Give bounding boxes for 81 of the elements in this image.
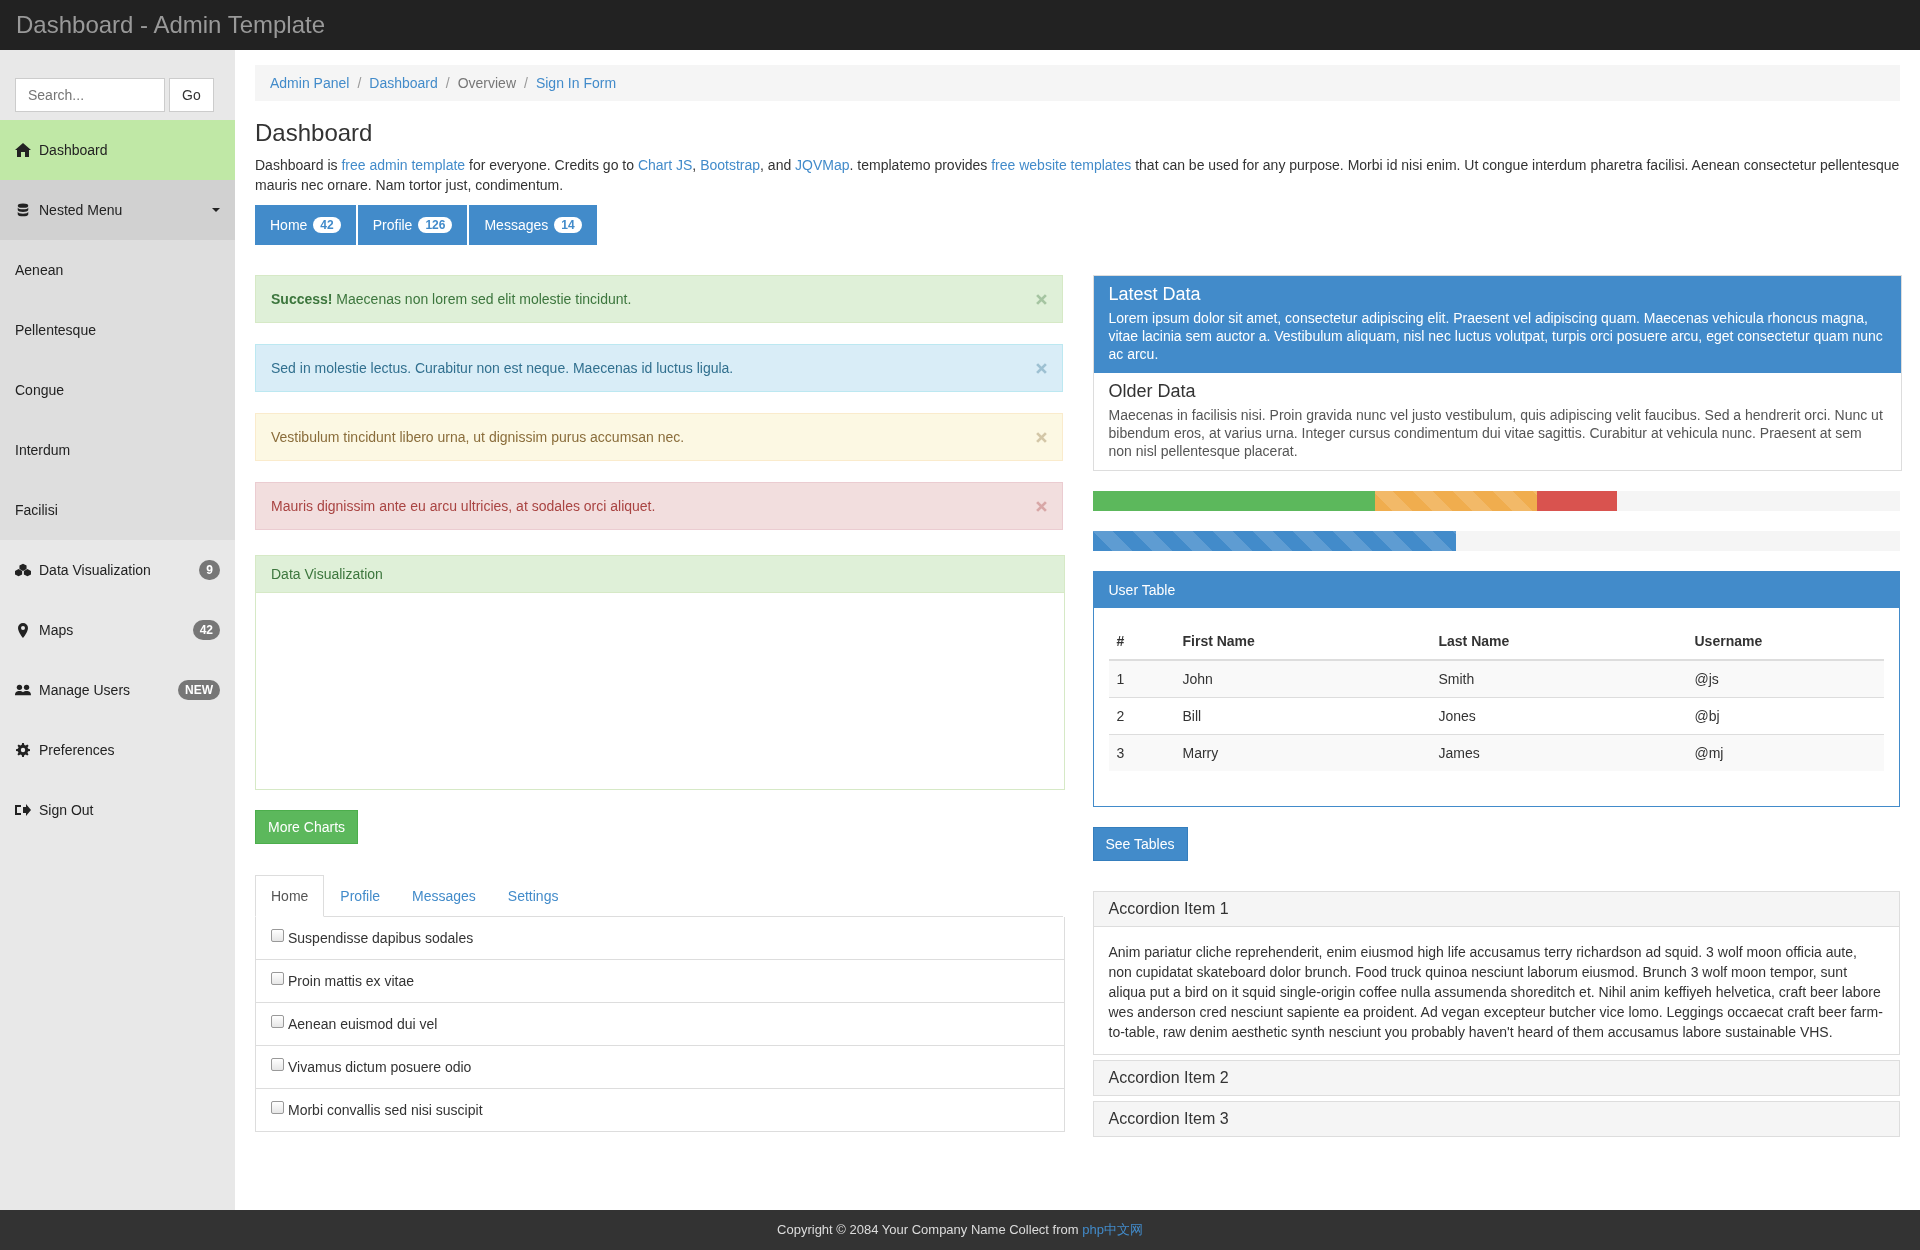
breadcrumb-current: Overview: [457, 75, 517, 91]
intro-link[interactable]: free admin template: [341, 157, 466, 173]
list-text: Maecenas in facilisis nisi. Proin gravida nunc vel justo vestibulum, quis adipiscing velit faucibus. Sed a hendrerit orci. Nunc ut bibendum eros, at varius urna. Integer cursus condimentum dui vitae sagittis. Curabitur at vehicula nunc. Praesent at sem non nisl pellentesque placerat.: [1108, 406, 1884, 460]
count-badge: 42: [192, 620, 220, 640]
site-title: Dashboard - Admin Template: [16, 11, 326, 39]
database-icon: [15, 203, 31, 217]
sidebar-item[interactable]: Preferences: [0, 720, 235, 780]
sidebar-item[interactable]: Data Visualization 9: [0, 540, 235, 600]
sidebar-item[interactable]: Maps 42: [0, 600, 235, 660]
table-cell: Marry: [1174, 734, 1431, 771]
count-badge: 9: [199, 560, 220, 580]
submenu-item[interactable]: Facilisi: [0, 480, 235, 540]
tab[interactable]: Home: [255, 875, 325, 917]
nav-button[interactable]: Messages 14: [469, 205, 597, 245]
checkbox-label: Proin mattis ex vitae: [288, 973, 415, 989]
checkbox[interactable]: [271, 1014, 284, 1028]
caret-icon: [212, 208, 220, 212]
map-marker-icon: [18, 622, 28, 638]
accordion-header[interactable]: Accordion Item 3: [1093, 1102, 1899, 1136]
home-icon: [15, 143, 31, 157]
sidebar-item[interactable]: Sign Out: [0, 780, 235, 840]
sign-out-icon: [15, 803, 31, 817]
panel-heading: User Table: [1093, 572, 1899, 608]
list-heading: Latest Data: [1108, 284, 1202, 305]
close-icon[interactable]: [1035, 431, 1047, 443]
intro-paragraph: Dashboard is free admin template for everyone. Credits go to Chart JS, Bootstrap, and JQVMap. templatemo provides free website templates that can be used for any purpose. Morbi id nisi enim. Ut congue interdum pharetra facilisi. Aenean consectetur pellentesque mauris nec ornare. Nam tortor just, condimentum.: [255, 156, 1900, 195]
checkbox-label: Aenean euismod dui vel: [288, 1016, 438, 1032]
checkbox[interactable]: [271, 971, 284, 985]
go-button[interactable]: Go: [169, 78, 214, 112]
tab[interactable]: Messages: [396, 875, 492, 917]
nav-button[interactable]: Profile 126: [357, 205, 468, 245]
intro-link[interactable]: JQVMap: [795, 157, 850, 173]
checkbox-label: Suspendisse dapibus sodales: [288, 930, 474, 946]
panel-heading: Data Visualization: [256, 556, 1064, 593]
alert: Success! Maecenas non lorem sed elit molestie tincidunt.: [255, 275, 1063, 323]
submenu-item[interactable]: Interdum: [0, 420, 235, 480]
table-cell: 3: [1108, 734, 1175, 771]
alert: Mauris dignissim ante eu arcu ultricies, at sodales orci aliquet.: [255, 482, 1063, 530]
sidebar-item[interactable]: Nested Menu: [0, 180, 235, 240]
sidebar-item[interactable]: Dashboard: [0, 120, 235, 180]
nav-button[interactable]: Home 42: [255, 205, 356, 245]
page-title: Dashboard: [255, 119, 374, 147]
submenu-item[interactable]: Congue: [0, 360, 235, 420]
table-cell: 1: [1108, 660, 1175, 698]
table-cell: @mj: [1686, 734, 1884, 771]
checkbox[interactable]: [271, 1100, 284, 1114]
intro-link[interactable]: free website templates: [991, 157, 1132, 173]
accordion-header[interactable]: Accordion Item 1: [1093, 892, 1899, 927]
breadcrumb-separator: /: [524, 75, 528, 91]
list-text: Lorem ipsum dolor sit amet, consectetur adipiscing elit. Praesent vel adipiscing quam. Maecenas vehicula rhoncus magna, vitae lacinia sem auctor a. Vestibulum aliquam, nisl nec luctus volutpat, turpis orci posuere arcu, eget consectetur quam nunc ac arcu.: [1108, 309, 1884, 363]
accordion-body: Anim pariatur cliche reprehenderit, enim eiusmod high life accusamus terry richardson ad squid. 3 wolf moon officia aute, non cupidatat skateboard dolor brunch. Food truck quinoa nesciunt laborum eiusmod. Brunch 3 wolf moon tempor, sunt aliqua put a bird on it squid single-origin coffee nulla assumenda shoreditch et. Nihil anim keffiyeh helvetica, craft beer labore wes anderson cred nesciunt sapiente ea proident. Ad vegan excepteur butcher vice lomo. Leggings occaecat craft beer farm-to-table, raw denim aesthetic synth nesciunt you probably haven't heard of them accusamus labore sustainable VHS.: [1107, 943, 1884, 1042]
checkbox-label: Vivamus dictum posuere odio: [288, 1059, 472, 1075]
tab[interactable]: Profile: [324, 875, 397, 917]
checkbox[interactable]: [271, 928, 284, 942]
tab[interactable]: Settings: [491, 875, 575, 917]
breadcrumb-separator: /: [445, 75, 450, 91]
breadcrumb-separator: /: [357, 75, 362, 91]
see-tables-button[interactable]: See Tables: [1092, 827, 1188, 861]
count-badge: NEW: [178, 680, 220, 700]
submenu-item[interactable]: Pellentesque: [0, 300, 235, 360]
copyright-text: Copyright © 2084 Your Company Name Collect from php中文网: [777, 1221, 1143, 1239]
footer-link[interactable]: php中文网: [1082, 1222, 1143, 1237]
close-icon[interactable]: [1035, 362, 1047, 374]
accordion-header[interactable]: Accordion Item 2: [1093, 1061, 1899, 1095]
submenu-item[interactable]: Aenean: [0, 240, 235, 300]
sidebar-item[interactable]: Manage Users NEW: [0, 660, 235, 720]
close-icon[interactable]: [1035, 293, 1047, 305]
settings-icon: [15, 743, 31, 757]
list-heading: Older Data: [1108, 381, 1197, 402]
table-cell: @js: [1686, 660, 1884, 698]
alert: Vestibulum tincidunt libero urna, ut dignissim purus accumsan nec.: [255, 413, 1063, 461]
checkbox[interactable]: [271, 1057, 284, 1071]
cubes-icon: [15, 563, 31, 577]
users-icon: [15, 683, 31, 697]
search-field[interactable]: Search...: [15, 78, 165, 112]
alert: Sed in molestie lectus. Curabitur non est neque. Maecenas id luctus ligula.: [255, 344, 1063, 392]
close-icon[interactable]: [1035, 500, 1047, 512]
table-cell: James: [1430, 734, 1687, 771]
table-cell: Smith: [1430, 660, 1687, 698]
table-cell: John: [1174, 660, 1431, 698]
checkbox-label: Morbi convallis sed nisi suscipit: [288, 1102, 483, 1118]
